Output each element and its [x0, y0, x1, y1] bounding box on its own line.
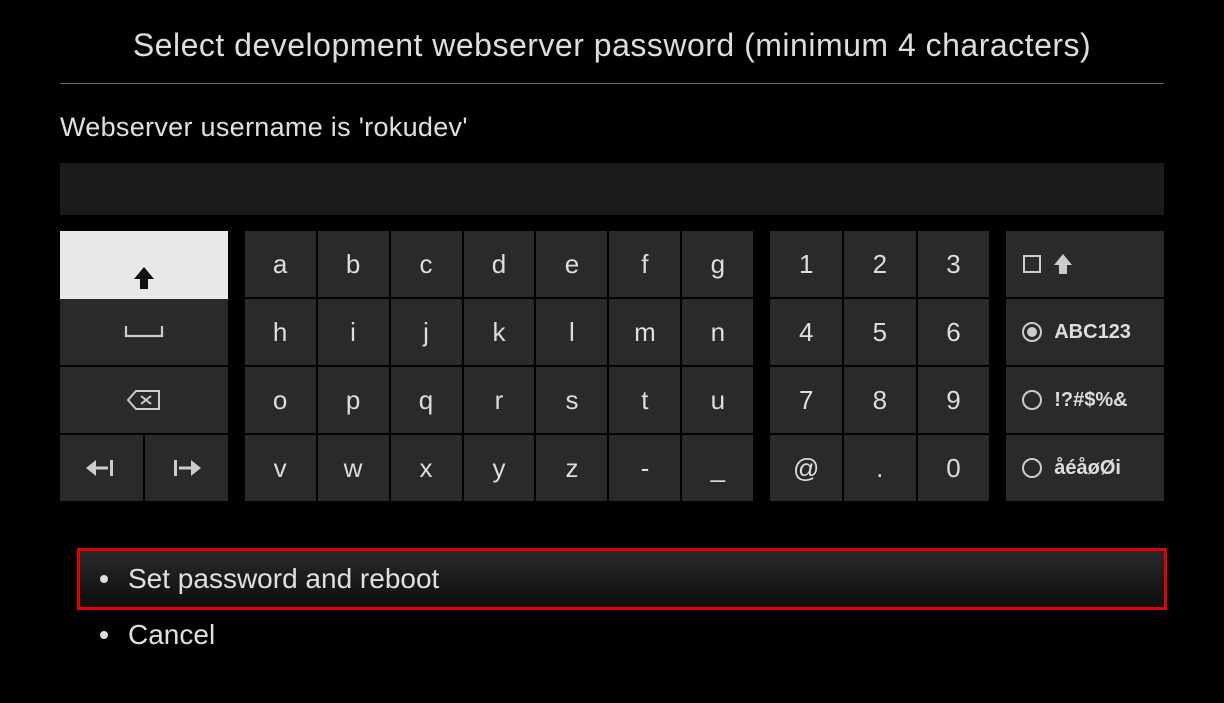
key-o[interactable]: o [245, 367, 316, 433]
mode-abc-key[interactable]: ABC123 [1006, 299, 1164, 365]
space-key[interactable] [60, 299, 228, 365]
key-q[interactable]: q [391, 367, 462, 433]
key-w[interactable]: w [318, 435, 389, 501]
key-h[interactable]: h [245, 299, 316, 365]
key-3[interactable]: 3 [918, 231, 990, 297]
key-9[interactable]: 9 [918, 367, 990, 433]
cancel-label: Cancel [128, 619, 215, 651]
mode-accents-label: åéåøØi [1054, 457, 1121, 480]
mode-caps-key[interactable] [1006, 231, 1164, 297]
key-5[interactable]: 5 [844, 299, 916, 365]
key-l[interactable]: l [536, 299, 607, 365]
radio-icon [1020, 458, 1044, 478]
mode-accents-key[interactable]: åéåøØi [1006, 435, 1164, 501]
key-a[interactable]: a [245, 231, 316, 297]
key-6[interactable]: 6 [918, 299, 990, 365]
key-y[interactable]: y [464, 435, 535, 501]
password-input[interactable] [60, 163, 1164, 215]
cursor-left-icon [86, 458, 116, 478]
cursor-right-key[interactable] [145, 435, 228, 501]
mode-symbols-label: !?#$%& [1054, 389, 1127, 412]
keyboard-letters-panel: a b c d e f g h i j k l m n o p q r s t … [245, 231, 754, 501]
mode-symbols-key[interactable]: !?#$%& [1006, 367, 1164, 433]
key-u[interactable]: u [682, 367, 753, 433]
radio-selected-icon [1020, 322, 1044, 342]
key-t[interactable]: t [609, 367, 680, 433]
key-z[interactable]: z [536, 435, 607, 501]
bullet-icon [100, 631, 108, 639]
mode-abc-label: ABC123 [1054, 321, 1131, 344]
key-n[interactable]: n [682, 299, 753, 365]
key-0[interactable]: 0 [918, 435, 990, 501]
shift-up-icon [1054, 254, 1072, 274]
key-underscore[interactable]: _ [682, 435, 753, 501]
key-r[interactable]: r [464, 367, 535, 433]
key-k[interactable]: k [464, 299, 535, 365]
key-e[interactable]: e [536, 231, 607, 297]
key-s[interactable]: s [536, 367, 607, 433]
key-8[interactable]: 8 [844, 367, 916, 433]
backspace-icon [127, 389, 161, 411]
key-j[interactable]: j [391, 299, 462, 365]
key-x[interactable]: x [391, 435, 462, 501]
key-p[interactable]: p [318, 367, 389, 433]
key-2[interactable]: 2 [844, 231, 916, 297]
key-4[interactable]: 4 [770, 299, 842, 365]
key-7[interactable]: 7 [770, 367, 842, 433]
key-g[interactable]: g [682, 231, 753, 297]
key-dash[interactable]: - [609, 435, 680, 501]
divider [60, 83, 1164, 84]
radio-icon [1020, 390, 1044, 410]
username-label: Webserver username is 'rokudev' [60, 112, 1164, 143]
key-at[interactable]: @ [770, 435, 842, 501]
cancel-button[interactable]: Cancel [80, 607, 1164, 663]
cursor-left-key[interactable] [60, 435, 143, 501]
page-title: Select development webserver password (m… [60, 25, 1164, 65]
key-i[interactable]: i [318, 299, 389, 365]
key-1[interactable]: 1 [770, 231, 842, 297]
keyboard-left-panel [60, 231, 228, 501]
keyboard-numbers-panel: 1 2 3 4 5 6 7 8 9 @ . 0 [770, 231, 989, 501]
space-icon [124, 324, 164, 340]
key-period[interactable]: . [844, 435, 916, 501]
bullet-icon [100, 575, 108, 583]
key-c[interactable]: c [391, 231, 462, 297]
key-d[interactable]: d [464, 231, 535, 297]
set-password-label: Set password and reboot [128, 563, 439, 595]
action-list: Set password and reboot Cancel [60, 551, 1164, 663]
keyboard-modes-panel: ABC123 !?#$%& åéåøØi [1006, 231, 1164, 501]
set-password-reboot-button[interactable]: Set password and reboot [80, 551, 1164, 607]
key-v[interactable]: v [245, 435, 316, 501]
key-b[interactable]: b [318, 231, 389, 297]
key-f[interactable]: f [609, 231, 680, 297]
key-m[interactable]: m [609, 299, 680, 365]
cursor-right-icon [171, 458, 201, 478]
backspace-key[interactable] [60, 367, 228, 433]
shift-icon [134, 267, 154, 289]
on-screen-keyboard: a b c d e f g h i j k l m n o p q r s t … [60, 231, 1164, 501]
square-icon [1020, 255, 1044, 273]
